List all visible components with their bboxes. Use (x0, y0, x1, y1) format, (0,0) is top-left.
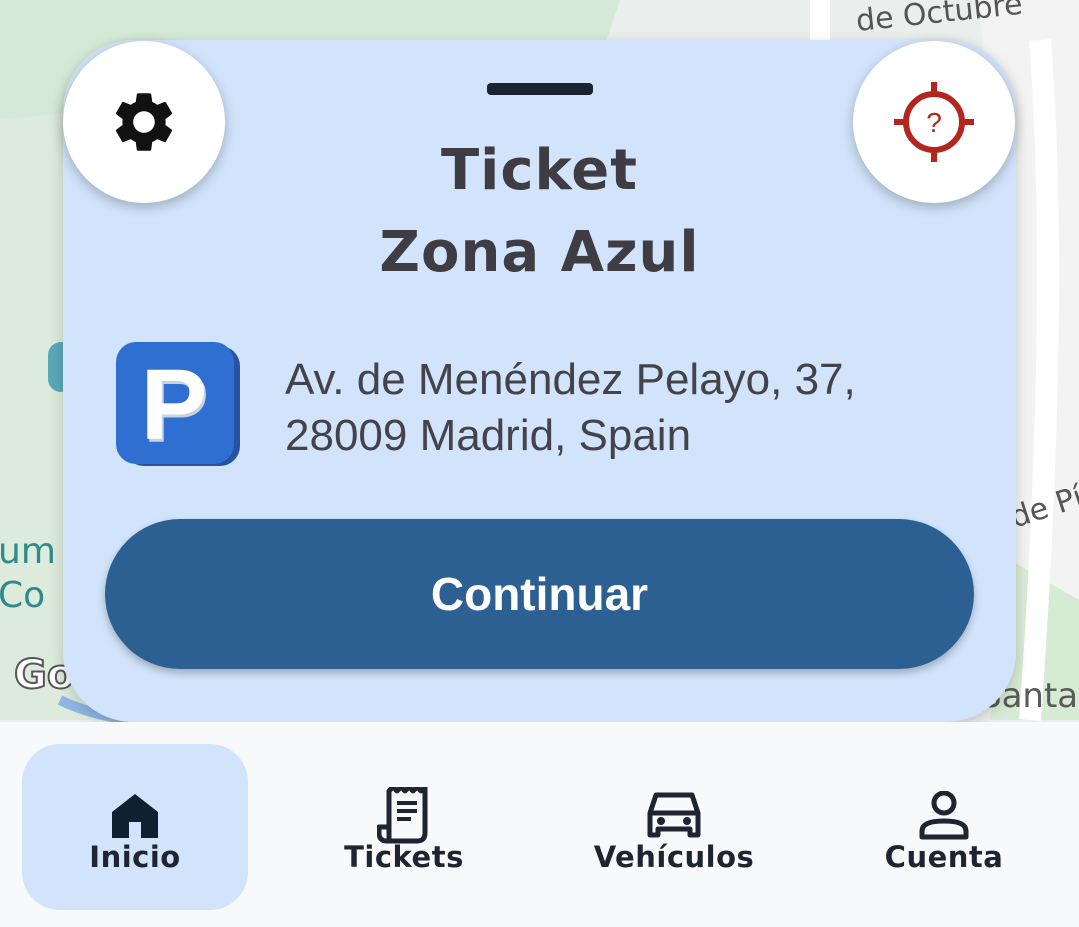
map-poi-label-line1: um (0, 531, 56, 572)
nav-item-vehiculos[interactable]: Vehículos (561, 744, 787, 910)
address-line2: 28009 Madrid, Spain (285, 411, 692, 460)
settings-button[interactable] (63, 41, 225, 203)
map-poi-label-line2: Co (0, 575, 46, 616)
card-title-line2: Zona Azul (379, 220, 700, 285)
nav-label: Cuenta (884, 840, 1004, 874)
nav-label: Tickets (344, 840, 464, 874)
nav-item-inicio[interactable]: Inicio (22, 744, 248, 910)
nav-item-cuenta[interactable]: Cuenta (831, 744, 1057, 910)
nav-label: Inicio (89, 840, 181, 874)
nav-label: Vehículos (593, 840, 755, 874)
locate-help-icon: ? (894, 82, 974, 162)
continue-button[interactable]: Continuar (105, 519, 974, 669)
parking-icon: P P (116, 342, 240, 466)
map-poi-label: um Co (0, 530, 56, 618)
bottom-navigation: Inicio Tickets Vehículos Cuenta (0, 722, 1079, 927)
drag-handle[interactable] (487, 83, 593, 95)
gear-icon (115, 93, 173, 151)
car-icon (647, 792, 701, 838)
address-line1: Av. de Menéndez Pelayo, 37, (285, 355, 856, 404)
nav-item-tickets[interactable]: Tickets (291, 744, 517, 910)
locate-help-glyph: ? (926, 107, 942, 138)
address-text: Av. de Menéndez Pelayo, 37, 28009 Madrid… (285, 352, 985, 464)
receipt-icon (377, 787, 428, 844)
home-icon (112, 794, 158, 838)
person-icon (919, 791, 969, 840)
locate-button[interactable]: ? (853, 41, 1015, 203)
parking-icon-letter: P (141, 349, 208, 461)
